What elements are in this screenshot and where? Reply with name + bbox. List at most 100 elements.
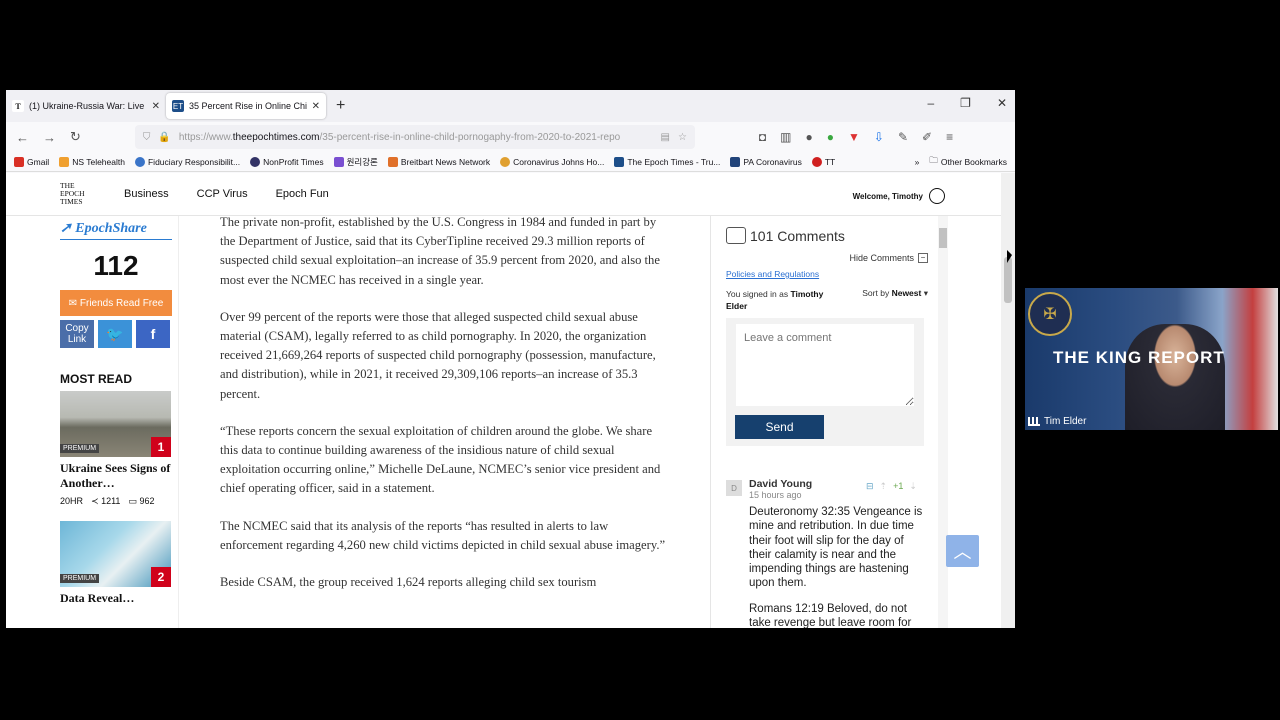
rank-badge: 2: [151, 567, 171, 587]
friends-read-free-button[interactable]: ✉ Friends Read Free: [60, 290, 172, 316]
epochshare-logo: ➚ EpochShare: [60, 216, 172, 240]
presenter-video: [1125, 324, 1225, 430]
scroll-to-top-button[interactable]: ︿: [946, 535, 979, 567]
most-read-heading: MOST READ: [60, 372, 132, 386]
other-bookmarks-folder[interactable]: 🗀 Other Bookmarks: [929, 155, 1007, 169]
facebook-icon: f: [150, 326, 156, 342]
bookmark-nonprofit-times[interactable]: NonProfit Times: [250, 156, 324, 167]
most-read-title-2[interactable]: Data Reveal…: [60, 591, 172, 606]
sort-dropdown[interactable]: Sort by Newest ▾: [862, 288, 928, 299]
bookmark-tt[interactable]: TT: [811, 156, 835, 167]
scroll-thumb[interactable]: [939, 228, 947, 248]
welcome-text: Welcome, Timothy: [852, 191, 923, 201]
scroll-thumb[interactable]: [1004, 257, 1012, 303]
site-nav: Business CCP Virus Epoch Fun: [124, 188, 329, 200]
url-text[interactable]: https://www.theepochtimes.com/35-percent…: [179, 132, 653, 143]
tt-icon: [811, 156, 822, 167]
tab-epoch-article[interactable]: ET 35 Percent Rise in Online Child ✕: [166, 93, 326, 119]
url-bar[interactable]: ⛉ 🔒 https://www.theepochtimes.com/35-per…: [134, 125, 695, 149]
webcam-overlay: ✠ THE KING REPORT Tim Elder: [1025, 288, 1278, 430]
comment-author[interactable]: David Young: [749, 478, 812, 490]
breitbart-icon: [387, 156, 398, 167]
reload-icon[interactable]: ↻: [70, 129, 81, 145]
tab-ukraine[interactable]: T (1) Ukraine-Russia War: Live Ne ✕: [6, 93, 166, 119]
bookmark-star-icon[interactable]: ☆: [678, 132, 687, 143]
most-read-meta-1: 20HR ≺ 1211 ▭ 962: [60, 496, 172, 507]
premium-badge: PREMIUM: [60, 444, 100, 453]
tab-strip: T (1) Ukraine-Russia War: Live Ne ✕ ET 3…: [6, 90, 1015, 122]
bookmark-gmail[interactable]: Gmail: [14, 156, 49, 167]
forward-arrow-icon[interactable]: →: [43, 130, 56, 145]
epoch-times-logo[interactable]: THE EPOCH TIMES: [60, 182, 96, 206]
user-icon[interactable]: [929, 188, 945, 204]
back-arrow-icon[interactable]: ←: [16, 130, 29, 145]
page-scrollbar[interactable]: [1001, 173, 1015, 628]
shield-icon[interactable]: ⛉: [143, 132, 151, 143]
chevron-up-icon: ︿: [953, 542, 972, 562]
menu-icon[interactable]: ≡: [946, 130, 953, 144]
close-tab-icon[interactable]: ✕: [312, 101, 320, 112]
rank-badge: 1: [151, 437, 171, 457]
restore-button[interactable]: ❐: [960, 96, 971, 110]
twitter-icon: 🐦: [106, 325, 124, 342]
comment-text: Deuteronomy 32:35 Vengeance is mine and …: [749, 505, 927, 628]
hide-comments-toggle[interactable]: Hide Comments −: [849, 253, 928, 263]
nav-business[interactable]: Business: [124, 188, 169, 200]
most-read-image-2[interactable]: PREMIUM 2: [60, 521, 171, 587]
nav-ccp-virus[interactable]: CCP Virus: [197, 188, 248, 200]
epoch-icon: [614, 156, 625, 167]
close-tab-icon[interactable]: ✕: [152, 101, 160, 112]
upvote-icon[interactable]: ⇡: [880, 481, 888, 492]
window-controls: – ❐ ✕: [927, 96, 1007, 110]
reader-view-icon[interactable]: ▤: [660, 132, 669, 143]
bookmark-pa-coronavirus[interactable]: PA Coronavirus: [730, 156, 802, 167]
article-body: The private non-profit, established by t…: [220, 213, 668, 610]
downvote-icon[interactable]: ⇣: [909, 481, 917, 492]
extension-red-icon[interactable]: ▼: [848, 130, 860, 144]
bookmark-fiduciary[interactable]: Fiduciary Responsibilit...: [134, 156, 240, 167]
browser-window: T (1) Ukraine-Russia War: Live Ne ✕ ET 3…: [6, 90, 1015, 628]
welcome-user[interactable]: Welcome, Timothy: [853, 188, 945, 204]
epoch-favicon-icon: ET: [172, 100, 184, 112]
pocket-icon[interactable]: ◘: [759, 130, 766, 144]
chevron-down-icon: ▾: [923, 288, 928, 298]
copy-link-button[interactable]: Copy Link: [60, 320, 94, 348]
article-paragraph: Over 99 percent of the reports were thos…: [220, 309, 656, 401]
policies-link[interactable]: Policies and Regulations: [726, 269, 819, 279]
comment-form: Send: [726, 318, 924, 446]
bookmark-epoch-times[interactable]: The Epoch Times - Tru...: [614, 156, 720, 167]
bookmark-coronavirus-jh[interactable]: Coronavirus Johns Ho...: [500, 156, 604, 167]
avatar[interactable]: D: [726, 480, 742, 496]
extension-icon[interactable]: ✎: [898, 130, 908, 144]
close-window-button[interactable]: ✕: [997, 96, 1007, 110]
new-tab-button[interactable]: +: [336, 97, 345, 115]
most-read-image-1[interactable]: PREMIUM 1: [60, 391, 171, 457]
minimize-button[interactable]: –: [927, 96, 934, 110]
toolbar-icons: ◘ ▥ ● ● ▼ ⇩ ✎ ✐ ≡: [759, 130, 953, 144]
bookmarks-overflow-button[interactable]: »: [915, 157, 920, 167]
wordpress-icon: [134, 156, 145, 167]
tab-title: 35 Percent Rise in Online Child: [189, 101, 307, 111]
bookmark-wonri[interactable]: 원리강론: [333, 156, 378, 168]
facebook-share-button[interactable]: f: [136, 320, 170, 348]
send-button[interactable]: Send: [735, 415, 824, 439]
lock-icon[interactable]: 🔒: [158, 132, 170, 143]
article-paragraph: The private non-profit, established by t…: [220, 215, 660, 287]
most-read-title-1[interactable]: Ukraine Sees Signs of Another…: [60, 461, 172, 491]
score: +1: [893, 481, 904, 491]
comments-icon: [726, 227, 746, 244]
bookmark-ns-telehealth[interactable]: NS Telehealth: [59, 156, 125, 167]
download-icon[interactable]: ⇩: [874, 130, 884, 144]
twitter-share-button[interactable]: 🐦: [98, 320, 132, 348]
comment-input[interactable]: [736, 324, 914, 406]
account-icon[interactable]: ●: [806, 130, 813, 144]
comment-time: 15 hours ago: [749, 490, 802, 500]
nav-epoch-fun[interactable]: Epoch Fun: [276, 188, 329, 200]
bookmark-breitbart[interactable]: Breitbart News Network: [387, 156, 490, 167]
article-paragraph: Beside CSAM, the group received 1,624 re…: [220, 575, 597, 590]
pen-icon[interactable]: ✐: [922, 130, 932, 144]
collapse-comment-icon[interactable]: ⊟: [866, 481, 874, 492]
share-icon: ≺: [91, 496, 102, 506]
sidebar-icon[interactable]: ▥: [780, 130, 791, 144]
extension-green-icon[interactable]: ●: [827, 130, 834, 144]
